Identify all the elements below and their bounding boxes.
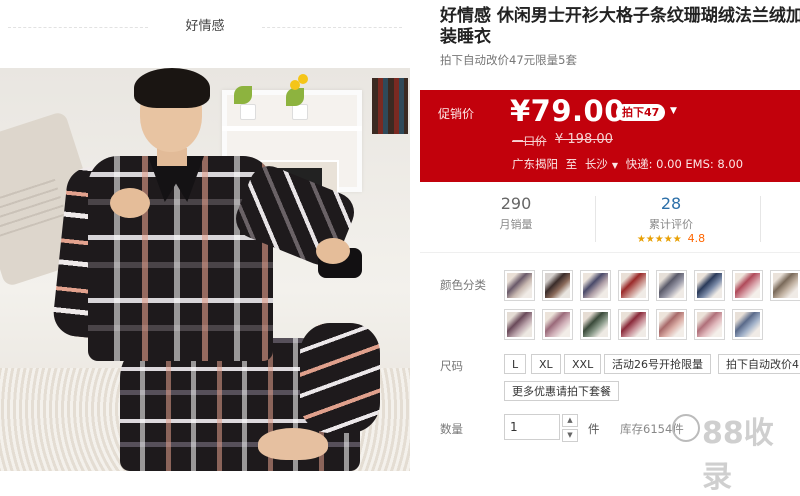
reviews-label: 累计评价 [649,218,693,231]
color-swatch[interactable] [732,309,763,340]
reviews-value[interactable]: 28 [611,194,731,213]
quantity-label: 数量 [440,422,463,436]
price-panel: 促销价 ¥79.00 拍下47 ▼ 一口价 ¥ 198.00 广东揭阳 至 长沙… [420,90,800,182]
color-swatch[interactable] [618,309,649,340]
chevron-down-icon[interactable]: ▼ [670,106,677,116]
chevron-down-icon[interactable]: ▼ [562,429,578,442]
color-swatch[interactable] [694,309,725,340]
original-price: ¥ 198.00 [555,132,613,147]
ship-destination[interactable]: 长沙 [585,157,608,171]
coupon-badge[interactable]: 拍下47 [616,104,666,121]
color-swatch[interactable] [542,270,573,301]
chevron-up-icon[interactable]: ▲ [562,414,578,427]
size-label: 尺码 [440,359,463,373]
color-swatch[interactable] [770,270,800,301]
original-price-label: 一口价 [512,134,547,148]
watermark-logo-icon [672,414,700,442]
product-info-panel: 好情感 休闲男士开衫大格子条纹珊瑚绒法兰绒加 装睡衣 拍下自动改价47元限量5套… [420,0,800,495]
rating-stars: ★★★★★ 4.8 [611,232,731,245]
watermark: 88收录 [702,416,774,495]
color-label: 颜色分类 [440,278,486,292]
color-swatch[interactable] [542,309,573,340]
quantity-input[interactable]: 1 [504,414,560,440]
size-option-auto-price[interactable]: 拍下自动改价4 [718,354,800,374]
divider [420,252,800,253]
color-swatch[interactable] [656,309,687,340]
color-swatch[interactable] [504,309,535,340]
price-label: 促销价 [438,107,475,121]
product-title: 好情感 休闲男士开衫大格子条纹珊瑚绒法兰绒加 [440,6,800,26]
product-title-line2: 装睡衣 [440,27,491,47]
product-image-area: 好情感 [0,0,410,471]
divider [595,196,596,242]
color-swatch[interactable] [656,270,687,301]
color-swatch[interactable] [504,270,535,301]
color-swatch[interactable] [618,270,649,301]
size-option-xl[interactable]: XL [531,354,561,374]
divider [8,27,148,28]
color-swatch[interactable] [732,270,763,301]
color-swatch[interactable] [580,309,611,340]
chevron-down-icon[interactable]: ▼ [612,161,618,170]
quantity-unit: 件 [588,422,600,436]
color-swatch[interactable] [580,270,611,301]
monthly-sales-value: 290 [500,194,532,213]
shop-name[interactable]: 好情感 [150,15,260,34]
stat-monthly-sales: 290 月销量 [456,188,576,248]
size-option-promo[interactable]: 活动26号开抢限量 [604,354,711,374]
shipping-fees: 快递: 0.00 EMS: 8.00 [625,157,744,171]
promo-price: ¥79.00 [510,94,625,128]
rating-value: 4.8 [687,232,706,245]
more-offers-button[interactable]: 更多优惠请拍下套餐 [504,381,619,401]
star-icons: ★★★★★ [636,234,682,245]
size-option-xxl[interactable]: XXL [564,354,602,374]
ship-to-word: 至 [565,157,578,171]
stat-reviews[interactable]: 28 累计评价 ★★★★★ 4.8 [611,188,731,248]
ship-from: 广东揭阳 [512,157,558,171]
product-main-image[interactable] [0,68,410,471]
shipping-info: 广东揭阳 至 长沙 ▼ 快递: 0.00 EMS: 8.00 [512,156,747,172]
quantity-stepper[interactable]: ▲ ▼ [562,414,578,444]
product-subtitle: 拍下自动改价47元限量5套 [440,53,577,67]
stats-bar: 290 月销量 28 累计评价 ★★★★★ 4.8 [420,188,800,250]
background-books [372,78,408,134]
size-option-l[interactable]: L [504,354,527,374]
monthly-sales-label: 月销量 [499,218,533,231]
divider [262,27,402,28]
divider [760,196,761,242]
color-swatch[interactable] [694,270,725,301]
shop-header: 好情感 [0,0,410,50]
